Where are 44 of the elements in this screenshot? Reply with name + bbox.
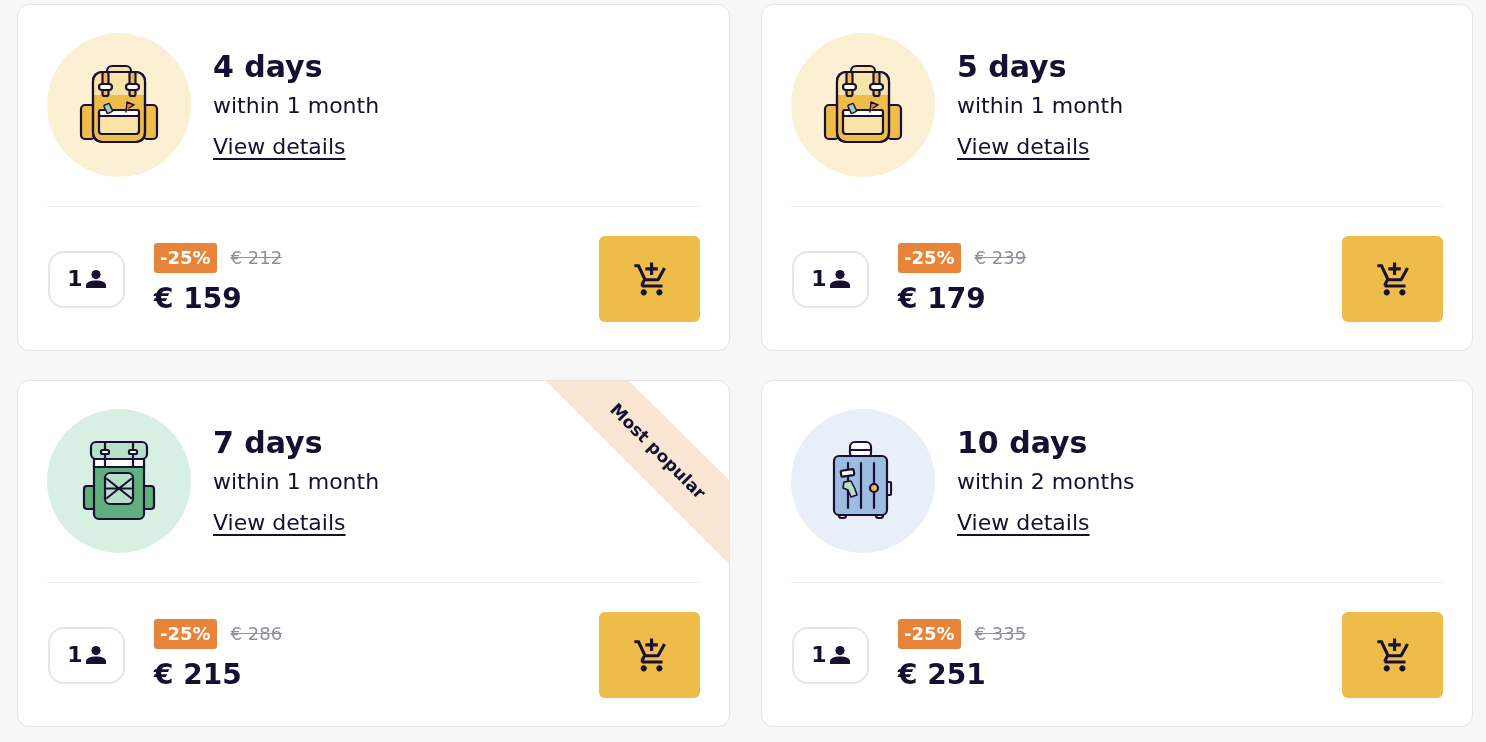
plan-duration: 7 days bbox=[213, 425, 323, 461]
person-icon bbox=[829, 270, 850, 288]
cart-plus-icon bbox=[1374, 261, 1411, 297]
sale-price: € 251 bbox=[898, 657, 986, 692]
view-details-link[interactable]: View details bbox=[957, 132, 1090, 162]
backpack-icon bbox=[791, 33, 935, 177]
cart-plus-icon bbox=[1374, 637, 1411, 673]
sale-price: € 215 bbox=[154, 657, 242, 692]
plan-validity: within 1 month bbox=[213, 92, 380, 120]
cart-plus-icon bbox=[631, 637, 668, 673]
add-to-cart-button[interactable] bbox=[599, 612, 700, 698]
add-to-cart-button[interactable] bbox=[1342, 612, 1443, 698]
traveler-count: 1 bbox=[811, 642, 827, 668]
plan-validity: within 1 month bbox=[957, 92, 1124, 120]
traveler-count: 1 bbox=[67, 266, 83, 292]
discount-badge: -25% bbox=[898, 242, 961, 273]
view-details-link[interactable]: View details bbox=[213, 132, 346, 162]
original-price: € 286 bbox=[230, 621, 283, 646]
view-details-link[interactable]: View details bbox=[213, 508, 346, 538]
backpack-icon bbox=[47, 33, 191, 177]
plan-validity: within 2 months bbox=[957, 468, 1135, 496]
person-icon bbox=[829, 646, 850, 664]
traveler-count: 1 bbox=[67, 642, 83, 668]
plan-duration: 4 days bbox=[213, 49, 323, 85]
original-price: € 212 bbox=[230, 245, 283, 270]
person-icon bbox=[85, 646, 106, 664]
discount-badge: -25% bbox=[898, 618, 961, 649]
discount-badge: -25% bbox=[154, 618, 217, 649]
add-to-cart-button[interactable] bbox=[599, 236, 700, 322]
suitcase-icon bbox=[791, 409, 935, 553]
plan-duration: 5 days bbox=[957, 49, 1067, 85]
traveler-count: 1 bbox=[811, 266, 827, 292]
add-to-cart-button[interactable] bbox=[1342, 236, 1443, 322]
person-icon bbox=[85, 270, 106, 288]
backpack-icon bbox=[47, 409, 191, 553]
original-price: € 335 bbox=[974, 621, 1027, 646]
view-details-link[interactable]: View details bbox=[957, 508, 1090, 538]
cart-plus-icon bbox=[631, 261, 668, 297]
sale-price: € 159 bbox=[154, 281, 242, 316]
plan-validity: within 1 month bbox=[213, 468, 380, 496]
discount-badge: -25% bbox=[154, 242, 217, 273]
sale-price: € 179 bbox=[898, 281, 986, 316]
plan-duration: 10 days bbox=[957, 425, 1088, 461]
original-price: € 239 bbox=[974, 245, 1027, 270]
